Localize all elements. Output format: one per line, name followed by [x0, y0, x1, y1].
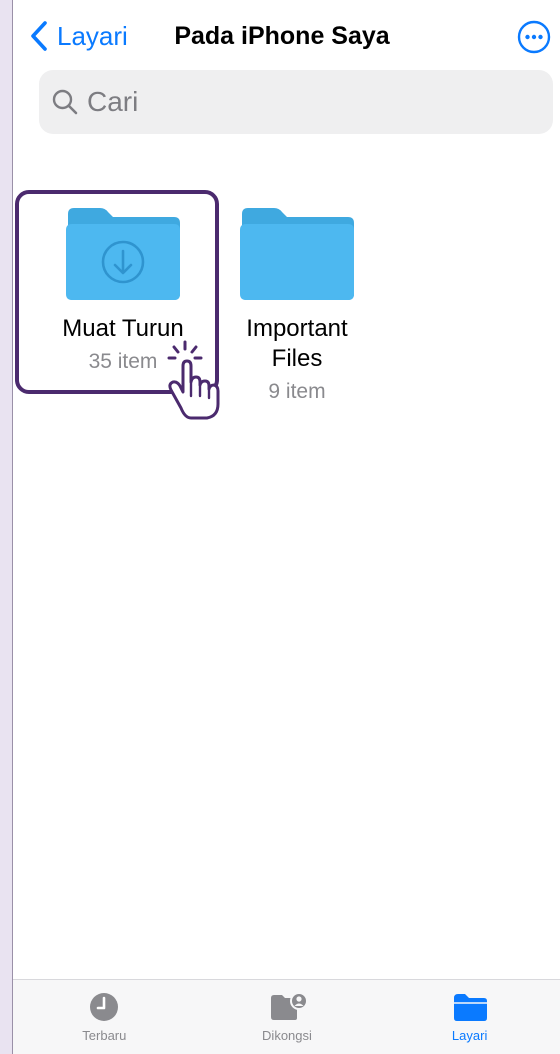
tab-dikongsi[interactable]: Dikongsi	[212, 980, 362, 1043]
page-title: Pada iPhone Saya	[174, 22, 390, 50]
tap-hand-cursor-icon	[167, 340, 220, 420]
tab-terbaru[interactable]: Terbaru	[29, 980, 179, 1043]
folder-icon	[453, 994, 487, 1021]
shared-folder-icon	[270, 992, 307, 1020]
download-folder-icon	[66, 208, 180, 300]
tab-label: Terbaru	[82, 1028, 127, 1043]
search-bar[interactable]	[39, 70, 553, 134]
search-input[interactable]	[85, 85, 489, 119]
tab-label: Dikongsi	[262, 1028, 312, 1043]
folder-icon	[240, 208, 354, 300]
clock-icon	[90, 993, 119, 1021]
search-icon	[52, 89, 78, 115]
ellipsis-circle-icon[interactable]	[517, 20, 551, 54]
folder-name: Important Files	[246, 315, 348, 372]
files-app-screen: Layari Pada iPhone Saya Muat Turun 35 it…	[12, 0, 560, 1054]
tab-layari[interactable]: Layari	[395, 980, 545, 1043]
tab-label: Layari	[451, 1028, 488, 1043]
tab-bar: Terbaru Dikongsi Layari	[13, 979, 560, 1054]
